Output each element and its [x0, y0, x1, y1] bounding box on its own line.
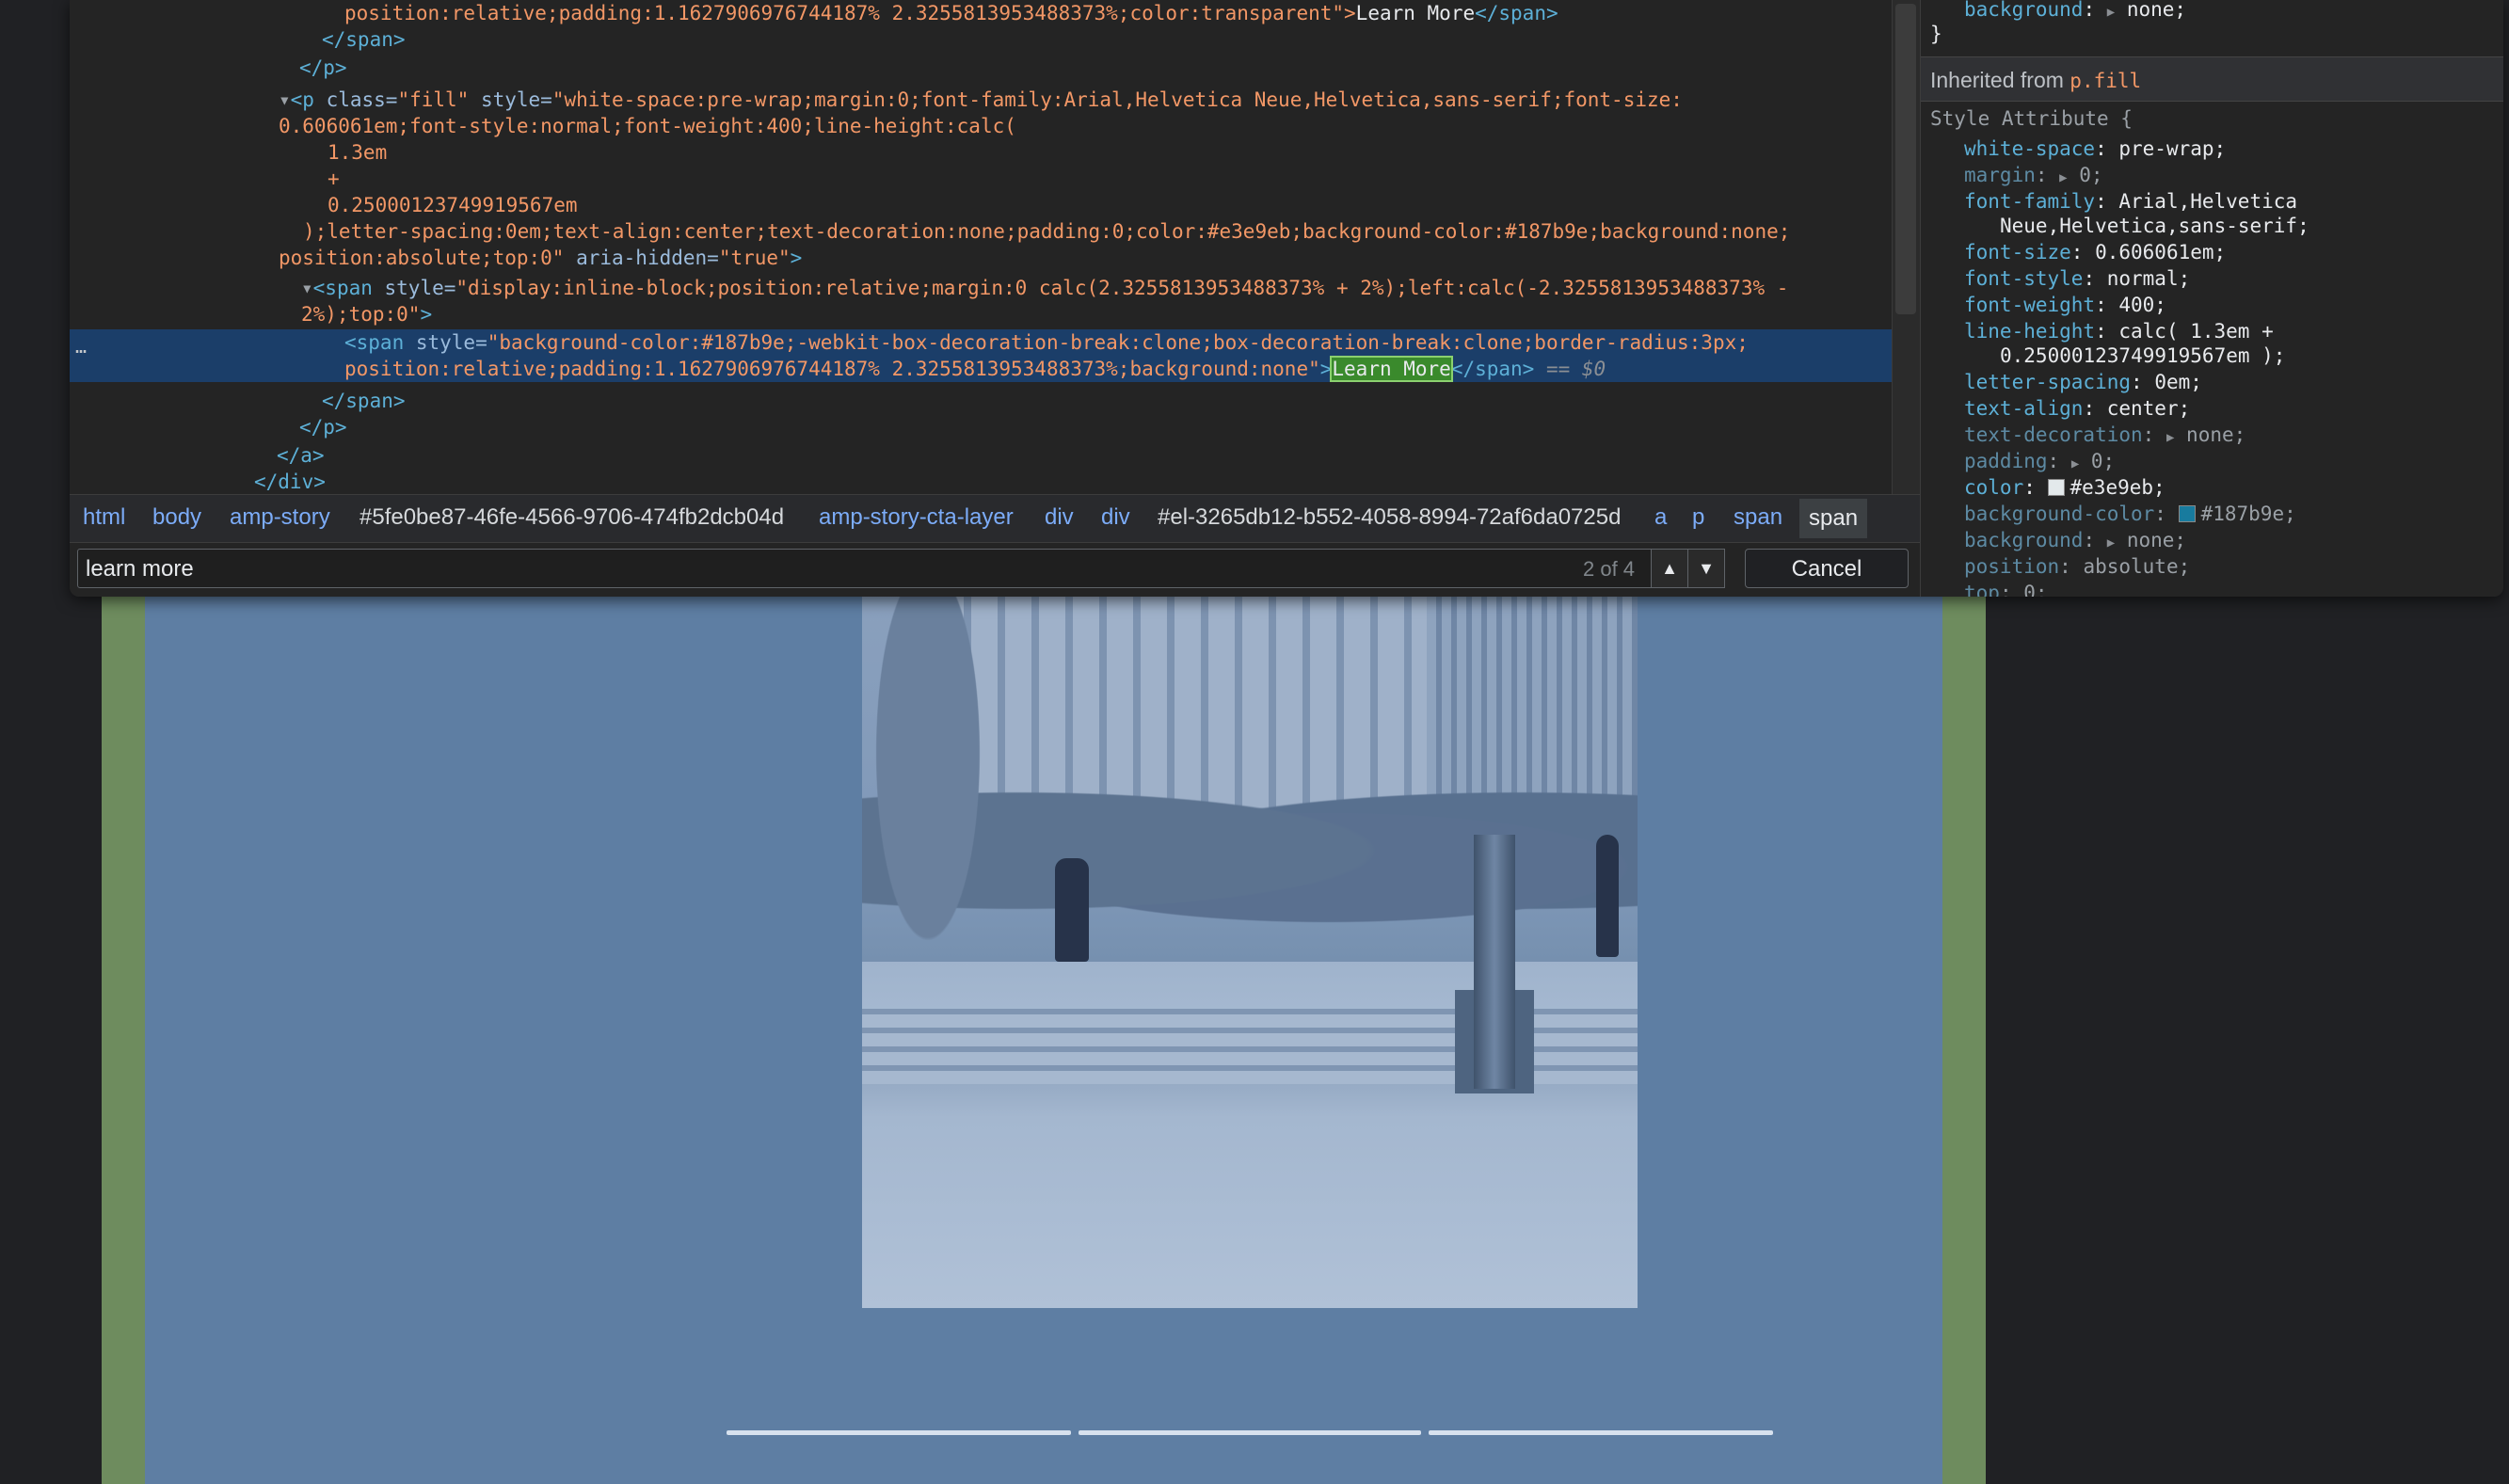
style-property-continuation: Neue,Helvetica,sans-serif;	[2000, 215, 2309, 237]
elements-tree: … position:relative;padding:1.1627906976…	[70, 0, 1892, 494]
styles-pane: background: ▶ none; } Inherited from p.f…	[1920, 0, 2503, 597]
elements-scrollbar-thumb[interactable]	[1895, 4, 1916, 314]
style-property[interactable]: padding: ▶ 0;	[1964, 448, 2115, 477]
code-line[interactable]: </span>	[322, 26, 406, 53]
lamppost	[1474, 835, 1515, 1089]
code-line-p-fill[interactable]: ▾<p class="fill" style="white-space:pre-…	[279, 87, 1683, 113]
code-line[interactable]: 0.606061em;font-style:normal;font-weight…	[279, 113, 1016, 139]
inherited-selector-link[interactable]: p.fill	[2070, 70, 2141, 92]
code-line[interactable]: 0.25000123749919567em	[328, 192, 578, 218]
selected-code-line[interactable]: position:relative;padding:1.162790697674…	[344, 356, 1606, 382]
pedestrian	[1596, 835, 1619, 957]
code-line[interactable]: </div>	[254, 469, 326, 494]
style-property[interactable]: background-color: #187b9e;	[1964, 501, 2296, 527]
story-progress-segment	[1079, 1430, 1421, 1435]
style-property[interactable]: line-height: calc( 1.3em +	[1964, 318, 2274, 344]
tree-image	[862, 595, 994, 990]
breadcrumb-item[interactable]: p	[1692, 504, 1704, 531]
node-menu-dots[interactable]: …	[75, 335, 87, 358]
style-property[interactable]: top: 0;	[1964, 580, 2048, 597]
breadcrumb-item-current[interactable]: span	[1799, 499, 1868, 538]
selected-code-line[interactable]: <span style="background-color:#187b9e;-w…	[344, 329, 1749, 356]
color-swatch[interactable]	[2047, 479, 2065, 496]
style-rule-property[interactable]: background: ▶ none;	[1964, 0, 2186, 25]
code-line-span[interactable]: ▾<span style="display:inline-block;posit…	[301, 275, 1788, 301]
story-progress-segment	[727, 1430, 1071, 1435]
style-property[interactable]: letter-spacing: 0em;	[1964, 369, 2202, 395]
breadcrumb-item[interactable]: span	[1734, 504, 1782, 531]
search-match-highlight: Learn More	[1330, 356, 1453, 382]
rule-close-brace: }	[1930, 23, 1942, 45]
cancel-button[interactable]: Cancel	[1745, 549, 1909, 588]
breadcrumb: html body amp-story #5fe0be87-46fe-4566-…	[70, 494, 1920, 542]
breadcrumb-item[interactable]: amp-story	[230, 504, 330, 531]
breadcrumb-item[interactable]: #el-3265db12-b552-4058-8994-72af6da0725d	[1158, 504, 1621, 531]
code-line[interactable]: 1.3em	[328, 139, 387, 166]
previous-match-button[interactable]: ▲	[1651, 549, 1688, 588]
code-line[interactable]: position:relative;padding:1.162790697674…	[344, 0, 1558, 26]
story-progress-segment	[1429, 1430, 1773, 1435]
style-attribute-header: Style Attribute {	[1930, 107, 2133, 130]
code-line[interactable]: </p>	[299, 414, 347, 440]
style-property[interactable]: text-align: center;	[1964, 395, 2190, 422]
style-property[interactable]: font-family: Arial,Helvetica	[1964, 188, 2297, 215]
match-count: 2 of 4	[1583, 557, 1636, 581]
breadcrumb-item[interactable]: a	[1654, 504, 1667, 531]
breadcrumb-item[interactable]: body	[152, 504, 201, 531]
chevron-up-icon: ▲	[1661, 559, 1678, 578]
devtools-window: … position:relative;padding:1.1627906976…	[70, 0, 2503, 597]
code-line[interactable]: </p>	[299, 55, 347, 81]
style-property[interactable]: color: #e3e9eb;	[1964, 474, 2165, 501]
style-property[interactable]: font-style: normal;	[1964, 265, 2190, 292]
breadcrumb-item[interactable]: html	[83, 504, 125, 531]
breadcrumb-item[interactable]: div	[1045, 504, 1074, 531]
code-line[interactable]: </span>	[322, 388, 406, 414]
style-property[interactable]: white-space: pre-wrap;	[1964, 136, 2226, 162]
chevron-down-icon: ▼	[1698, 559, 1715, 578]
style-property[interactable]: position: absolute;	[1964, 553, 2190, 580]
inherited-section-header: Inherited from p.fill	[1921, 56, 2503, 102]
breadcrumb-item[interactable]: amp-story-cta-layer	[819, 504, 1014, 531]
code-line[interactable]: +	[328, 166, 340, 192]
code-line[interactable]: 2%);top:0">	[301, 301, 432, 327]
style-property[interactable]: margin: ▶ 0;	[1964, 162, 2103, 191]
search-input[interactable]: learn more	[77, 549, 1720, 588]
pedestrian	[1055, 858, 1089, 962]
style-property-continuation: 0.25000123749919567em );	[2000, 344, 2286, 367]
color-swatch[interactable]	[2178, 505, 2196, 522]
style-property[interactable]: font-weight: 400;	[1964, 292, 2166, 318]
story-photo	[862, 595, 1638, 1308]
code-line[interactable]: );letter-spacing:0em;text-align:center;t…	[303, 218, 1790, 245]
breadcrumb-item[interactable]: div	[1101, 504, 1130, 531]
find-bar: learn more 2 of 4 ▲ ▼ Cancel	[70, 542, 1920, 597]
style-property[interactable]: font-size: 0.606061em;	[1964, 239, 2226, 265]
code-line[interactable]: </a>	[277, 442, 325, 469]
style-property[interactable]: text-decoration: ▶ none;	[1964, 422, 2245, 451]
next-match-button[interactable]: ▼	[1687, 549, 1725, 588]
breadcrumb-item[interactable]: #5fe0be87-46fe-4566-9706-474fb2dcb04d	[360, 504, 784, 531]
code-line[interactable]: position:absolute;top:0" aria-hidden="tr…	[279, 245, 802, 271]
style-property[interactable]: background: ▶ none;	[1964, 527, 2186, 556]
